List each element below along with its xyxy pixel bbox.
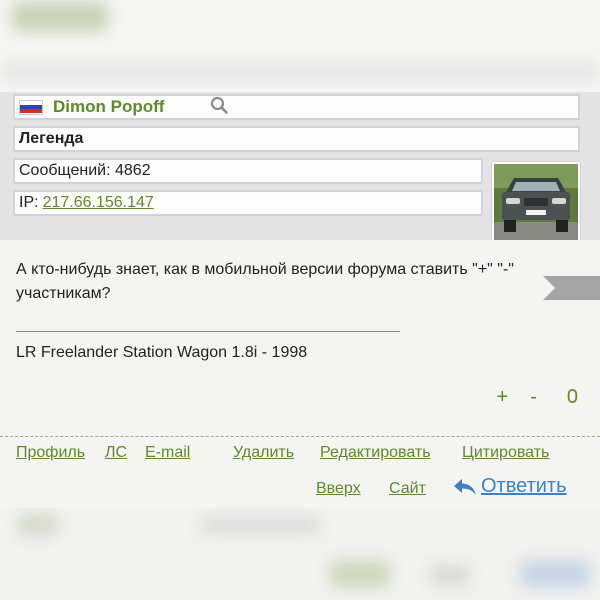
reply-arrow-icon [454, 478, 476, 495]
reply-label: Ответить [481, 475, 567, 497]
author-rank: Легенда [19, 130, 84, 147]
quote-marker-icon [543, 276, 600, 305]
post-text: А кто-нибудь знает, как в мобильной верс… [16, 261, 514, 302]
blurred-header-area [0, 0, 600, 92]
ip-link[interactable]: 217.66.156.147 [43, 194, 154, 212]
search-icon[interactable] [210, 96, 229, 119]
top-link[interactable]: Вверх [316, 480, 361, 498]
pm-link[interactable]: ЛС [105, 444, 127, 462]
quote-link[interactable]: Цитировать [462, 444, 549, 462]
rating-value: 0 [566, 386, 578, 408]
author-row: Dimon Popoff [13, 94, 580, 120]
rating-minus-button[interactable]: - [530, 386, 537, 409]
messages-count: Сообщений: 4862 [19, 162, 151, 179]
post-footer: Профиль ЛС E-mail Удалить Редактировать … [0, 437, 600, 508]
rating-plus-button[interactable]: + [497, 386, 509, 409]
ip-row: IP: 217.66.156.147 [13, 190, 483, 216]
post-rating: + - 0 [497, 386, 578, 409]
site-link[interactable]: Сайт [389, 480, 426, 498]
profile-link[interactable]: Профиль [16, 444, 85, 462]
blurred-footer-area [0, 508, 600, 600]
post-header: Dimon Popoff Легенда Сообщений: 4862 IP:… [0, 92, 600, 242]
delete-link[interactable]: Удалить [233, 444, 294, 462]
reply-button[interactable]: Ответить [453, 475, 567, 498]
signature: LR Freelander Station Wagon 1.8i - 1998 [16, 344, 308, 361]
ip-label: IP: [19, 194, 39, 211]
email-link[interactable]: E-mail [145, 444, 190, 462]
messages-row: Сообщений: 4862 [13, 158, 483, 184]
avatar[interactable] [492, 162, 580, 242]
author-name[interactable]: Dimon Popoff [53, 97, 164, 117]
russia-flag-icon [19, 99, 43, 115]
signature-divider [16, 331, 400, 332]
post-body: А кто-нибудь знает, как в мобильной верс… [0, 240, 600, 436]
edit-link[interactable]: Редактировать [320, 444, 431, 462]
rank-row: Легенда [13, 126, 580, 152]
